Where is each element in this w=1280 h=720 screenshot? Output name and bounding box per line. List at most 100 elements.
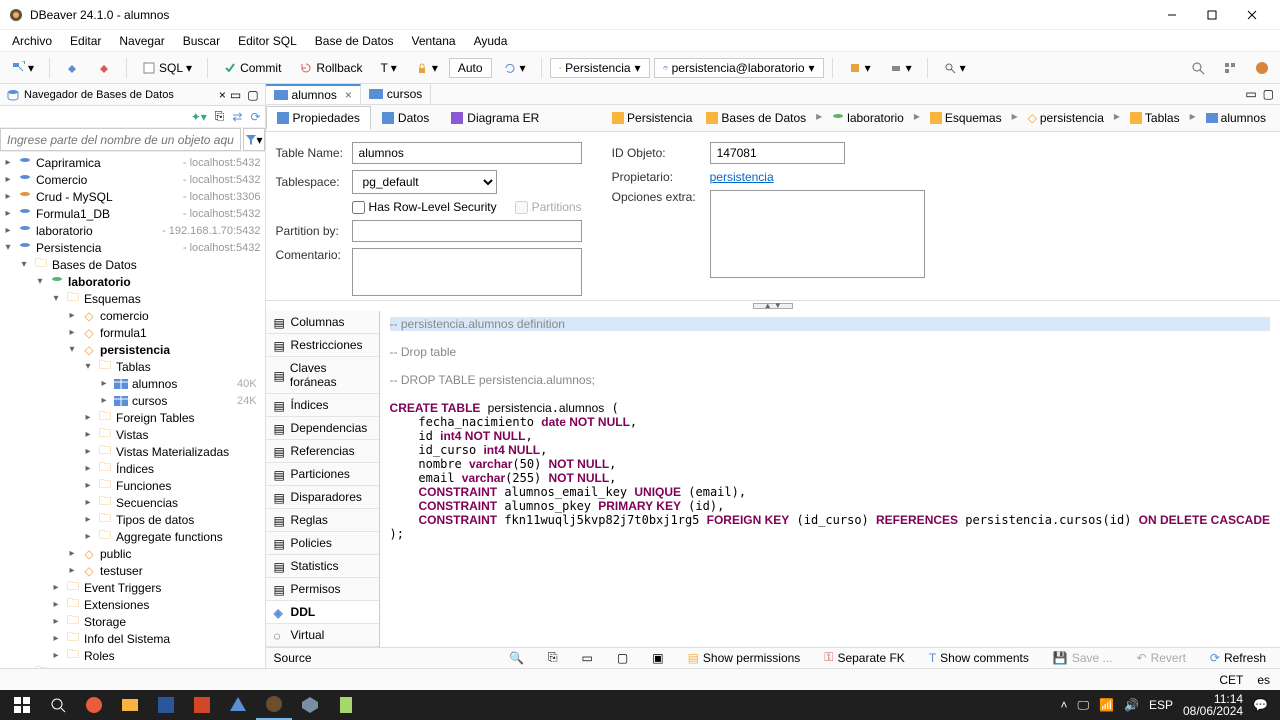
nav-search-input[interactable] bbox=[0, 128, 241, 151]
tab-disparadores[interactable]: ▤Disparadores bbox=[266, 486, 379, 509]
taskbar-app-3[interactable] bbox=[148, 690, 184, 720]
tab-claves-foraneas[interactable]: ▤Claves foráneas bbox=[266, 357, 379, 394]
tab-particiones[interactable]: ▤Particiones bbox=[266, 463, 379, 486]
revert-button[interactable]: ↶Revert bbox=[1131, 649, 1192, 667]
rollback-button[interactable]: Rollback bbox=[292, 57, 369, 79]
refresh-button[interactable]: ⟳Refresh bbox=[1204, 649, 1272, 667]
lock-button[interactable]: ▾ bbox=[408, 57, 445, 79]
search-taskbar-button[interactable] bbox=[40, 690, 76, 720]
database-combo[interactable]: persistencia@laboratorio▾ bbox=[654, 58, 824, 78]
menu-ayuda[interactable]: Ayuda bbox=[466, 32, 516, 50]
taskbar-app-1[interactable] bbox=[76, 690, 112, 720]
menu-buscar[interactable]: Buscar bbox=[175, 32, 228, 50]
menu-archivo[interactable]: Archivo bbox=[4, 32, 60, 50]
separate-fk-button[interactable]: ⚿Separate FK bbox=[818, 648, 911, 667]
tx-mode-combo[interactable]: Auto bbox=[449, 58, 492, 78]
tray-monitor-icon[interactable]: 🖵 bbox=[1077, 698, 1089, 713]
taskbar-app-7[interactable] bbox=[292, 690, 328, 720]
wrap-button[interactable]: ▭ bbox=[576, 649, 599, 667]
nav-link-icon[interactable]: ⇄ bbox=[232, 110, 242, 124]
tray-chevron-icon[interactable]: ˄ bbox=[1060, 698, 1067, 712]
nav-restore-icon[interactable]: ▢ bbox=[247, 88, 258, 102]
tray-sound-icon[interactable]: 🔊 bbox=[1124, 698, 1139, 712]
editor-min-icon[interactable]: ▭ bbox=[1245, 87, 1256, 101]
owner-link[interactable]: persistencia bbox=[710, 170, 774, 184]
taskbar-app-4[interactable] bbox=[184, 690, 220, 720]
comment-textarea[interactable] bbox=[352, 248, 582, 296]
editor-tab-alumnos[interactable]: alumnos× bbox=[266, 84, 361, 104]
nav-close-icon[interactable]: × bbox=[215, 88, 230, 102]
tray-network-icon[interactable]: 📶 bbox=[1099, 698, 1114, 712]
global-search-button[interactable] bbox=[1184, 57, 1212, 79]
tray-clock[interactable]: 11:14 08/06/2024 bbox=[1183, 693, 1243, 717]
tray-notifications-icon[interactable]: 💬 bbox=[1253, 698, 1268, 712]
tab-statistics[interactable]: ▤Statistics bbox=[266, 555, 379, 578]
editor-max-icon[interactable]: ▢ bbox=[1263, 87, 1274, 101]
tablespace-select[interactable]: pg_default bbox=[352, 170, 497, 194]
new-connection-button[interactable]: +▾ bbox=[4, 57, 41, 79]
tray-lang[interactable]: ESP bbox=[1149, 698, 1173, 712]
tab-indices[interactable]: ▤Índices bbox=[266, 394, 379, 417]
connection-combo[interactable]: Persistencia▾ bbox=[550, 58, 650, 78]
tab-permisos[interactable]: ▤Permisos bbox=[266, 578, 379, 601]
row-security-checkbox[interactable]: Has Row-Level Security bbox=[352, 200, 497, 214]
maximize-button[interactable] bbox=[1192, 1, 1232, 29]
show-comments-button[interactable]: TShow comments bbox=[923, 649, 1035, 667]
menu-editor-sql[interactable]: Editor SQL bbox=[230, 32, 305, 50]
minimize-button[interactable] bbox=[1152, 1, 1192, 29]
save-button[interactable]: 💾Save ... bbox=[1047, 649, 1119, 667]
find-button[interactable]: 🔍 bbox=[503, 649, 530, 667]
taskbar-app-8[interactable] bbox=[328, 690, 364, 720]
nav-new-icon[interactable]: ✦▾ bbox=[191, 110, 207, 124]
perspective-button[interactable] bbox=[1216, 57, 1244, 79]
menu-base-de-datos[interactable]: Base de Datos bbox=[307, 32, 402, 50]
show-permissions-button[interactable]: ▤Show permissions bbox=[682, 649, 807, 667]
start-button[interactable] bbox=[4, 690, 40, 720]
editor-tab-cursos[interactable]: cursos bbox=[361, 84, 431, 104]
taskbar-app-5[interactable] bbox=[220, 690, 256, 720]
print-button[interactable]: ▾ bbox=[882, 57, 919, 79]
search-toolbar-button[interactable]: ▾ bbox=[936, 57, 973, 79]
panel-button[interactable]: ▣ bbox=[646, 649, 669, 667]
nav-copy-icon[interactable]: ⎘ bbox=[215, 109, 225, 124]
export-button[interactable]: ▾ bbox=[841, 57, 878, 79]
taskbar-app-2[interactable] bbox=[112, 690, 148, 720]
subtab-datos[interactable]: Datos bbox=[371, 106, 440, 130]
id-objeto-input[interactable] bbox=[710, 142, 845, 164]
subtab-propiedades[interactable]: Propiedades bbox=[266, 106, 371, 130]
taskbar-app-6[interactable] bbox=[256, 690, 292, 720]
nav-tree[interactable]: ▸Capriramica- localhost:5432 ▸Comercio- … bbox=[0, 152, 265, 668]
tab-dependencias[interactable]: ▤Dependencias bbox=[266, 417, 379, 440]
tx-button[interactable]: T▾ bbox=[373, 57, 403, 79]
tab-policies[interactable]: ▤Policies bbox=[266, 532, 379, 555]
tab-referencias[interactable]: ▤Referencias bbox=[266, 440, 379, 463]
menu-ventana[interactable]: Ventana bbox=[404, 32, 464, 50]
collapse-handle[interactable]: ▲ ▼ bbox=[753, 303, 793, 309]
partition-by-input[interactable] bbox=[352, 220, 582, 242]
close-button[interactable] bbox=[1232, 1, 1272, 29]
nav-filter-button[interactable]: ▾ bbox=[243, 128, 265, 151]
tab-restricciones[interactable]: ▤Restricciones bbox=[266, 334, 379, 357]
user-icon[interactable] bbox=[1248, 57, 1276, 79]
tab-reglas[interactable]: ▤Reglas bbox=[266, 509, 379, 532]
refresh-toolbar-button[interactable]: ▾ bbox=[496, 57, 533, 79]
menu-navegar[interactable]: Navegar bbox=[111, 32, 172, 50]
disconnect-button[interactable] bbox=[90, 57, 118, 79]
connect-button[interactable] bbox=[58, 57, 86, 79]
tab-columnas[interactable]: ▤Columnas bbox=[266, 311, 379, 334]
partitions-checkbox[interactable]: Partitions bbox=[515, 200, 582, 214]
sql-editor-button[interactable]: SQL▾ bbox=[135, 57, 199, 79]
nav-refresh-icon[interactable]: ⟳ bbox=[250, 110, 260, 124]
table-name-input[interactable] bbox=[352, 142, 582, 164]
tab-ddl[interactable]: ◈DDL bbox=[266, 601, 379, 624]
menu-editar[interactable]: Editar bbox=[62, 32, 109, 50]
open-button[interactable]: ▢ bbox=[611, 649, 634, 667]
copy-button[interactable]: ⎘ bbox=[542, 648, 564, 667]
extra-options-textarea[interactable] bbox=[710, 190, 925, 278]
tab-virtual[interactable]: ◌Virtual bbox=[266, 624, 379, 647]
sql-source-view[interactable]: -- persistencia.alumnos definition -- Dr… bbox=[380, 311, 1280, 647]
subtab-diagrama[interactable]: Diagrama ER bbox=[440, 106, 550, 130]
close-icon[interactable]: × bbox=[345, 88, 352, 102]
commit-button[interactable]: Commit bbox=[216, 57, 288, 79]
nav-minimize-icon[interactable]: ▭ bbox=[230, 88, 241, 102]
